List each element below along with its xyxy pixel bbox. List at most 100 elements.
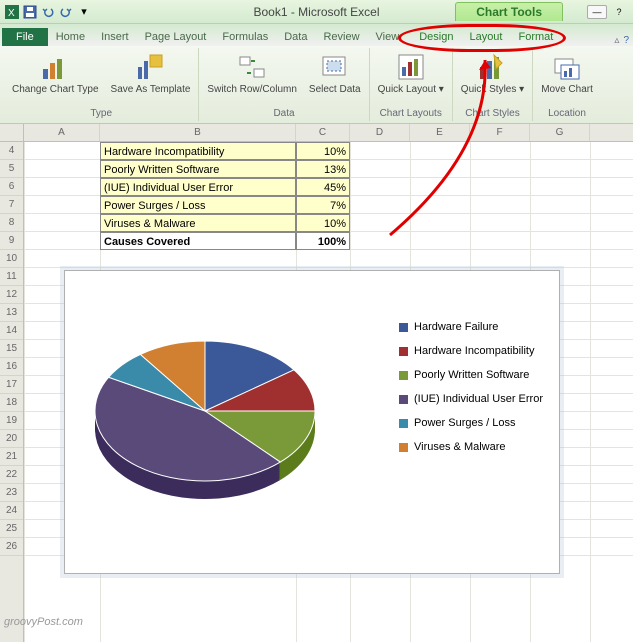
worksheet[interactable]: Hardware Failure Hardware Incompatibility… — [24, 142, 633, 642]
move-chart-icon — [552, 52, 582, 82]
qat-dropdown-icon[interactable]: ▾ — [76, 4, 92, 20]
row-header-26[interactable]: 26 — [0, 538, 23, 556]
tab-data[interactable]: Data — [276, 28, 315, 46]
row-header-9[interactable]: 9 — [0, 232, 23, 250]
cell-B5[interactable]: Poorly Written Software — [100, 160, 296, 178]
cell-B9[interactable]: Causes Covered — [100, 232, 296, 250]
row-header-25[interactable]: 25 — [0, 520, 23, 538]
tab-page-layout[interactable]: Page Layout — [137, 28, 215, 46]
row-headers: 4567891011121314151617181920212223242526 — [0, 142, 24, 642]
col-header-E[interactable]: E — [410, 124, 470, 141]
help-button[interactable]: ? — [609, 5, 629, 19]
row-header-13[interactable]: 13 — [0, 304, 23, 322]
col-header-A[interactable]: A — [24, 124, 100, 141]
tab-format[interactable]: Format — [510, 28, 561, 46]
row-header-20[interactable]: 20 — [0, 430, 23, 448]
cell-C6[interactable]: 45% — [296, 178, 350, 196]
legend-item: Viruses & Malware — [399, 441, 543, 453]
ribbon-tab-bar: File Home Insert Page Layout Formulas Da… — [0, 24, 633, 46]
select-all-corner[interactable] — [0, 124, 24, 142]
row-header-24[interactable]: 24 — [0, 502, 23, 520]
tab-view[interactable]: View — [368, 28, 408, 46]
tab-formulas[interactable]: Formulas — [214, 28, 276, 46]
row-header-17[interactable]: 17 — [0, 376, 23, 394]
legend-swatch — [399, 443, 408, 452]
row-header-8[interactable]: 8 — [0, 214, 23, 232]
row-header-11[interactable]: 11 — [0, 268, 23, 286]
row-header-6[interactable]: 6 — [0, 178, 23, 196]
cell-C8[interactable]: 10% — [296, 214, 350, 232]
cell-C7[interactable]: 7% — [296, 196, 350, 214]
move-chart-button[interactable]: Move Chart — [539, 50, 595, 97]
row-header-19[interactable]: 19 — [0, 412, 23, 430]
row-header-21[interactable]: 21 — [0, 448, 23, 466]
col-header-D[interactable]: D — [350, 124, 410, 141]
cell-C9[interactable]: 100% — [296, 232, 350, 250]
cell-B7[interactable]: Power Surges / Loss — [100, 196, 296, 214]
row-header-4[interactable]: 4 — [0, 142, 23, 160]
save-icon[interactable] — [22, 4, 38, 20]
legend-label: Power Surges / Loss — [414, 417, 516, 429]
quick-layout-icon — [396, 52, 426, 82]
ribbon-minimize-icon[interactable]: ▵ — [614, 35, 619, 46]
row-header-14[interactable]: 14 — [0, 322, 23, 340]
ribbon-group-location: Move Chart Location — [533, 48, 601, 121]
legend-swatch — [399, 419, 408, 428]
legend-item: Hardware Incompatibility — [399, 345, 543, 357]
row-header-15[interactable]: 15 — [0, 340, 23, 358]
quick-styles-icon — [477, 52, 507, 82]
col-header-G[interactable]: G — [530, 124, 590, 141]
cell-B4[interactable]: Hardware Incompatibility — [100, 142, 296, 160]
legend-label: Poorly Written Software — [414, 369, 529, 381]
ribbon-group-chart-layouts: Quick Layout ▾ Chart Layouts — [370, 48, 453, 121]
svg-text:X: X — [8, 8, 15, 19]
row-header-10[interactable]: 10 — [0, 250, 23, 268]
excel-app-icon[interactable]: X — [4, 4, 20, 20]
legend-swatch — [399, 395, 408, 404]
title-bar: X ▾ Book1 - Microsoft Excel Chart Tools … — [0, 0, 633, 24]
cell-C4[interactable]: 10% — [296, 142, 350, 160]
ribbon-group-type: Change Chart Type Save As Template Type — [4, 48, 199, 121]
legend-swatch — [399, 347, 408, 356]
chart-legend: Hardware Failure Hardware Incompatibility… — [399, 321, 543, 465]
row-header-5[interactable]: 5 — [0, 160, 23, 178]
col-header-F[interactable]: F — [470, 124, 530, 141]
ribbon-help-icon[interactable]: ? — [623, 35, 629, 46]
ribbon-group-chart-styles: Quick Styles ▾ Chart Styles — [453, 48, 533, 121]
quick-access-toolbar: X ▾ — [4, 4, 92, 20]
embedded-chart[interactable]: Hardware Failure Hardware Incompatibility… — [64, 270, 560, 574]
row-header-18[interactable]: 18 — [0, 394, 23, 412]
chevron-down-icon: ▾ — [519, 84, 524, 95]
minimize-button[interactable]: — — [587, 5, 607, 19]
tab-review[interactable]: Review — [315, 28, 367, 46]
cell-B8[interactable]: Viruses & Malware — [100, 214, 296, 232]
tab-insert[interactable]: Insert — [93, 28, 137, 46]
redo-icon[interactable] — [58, 4, 74, 20]
quick-layout-button[interactable]: Quick Layout ▾ — [376, 50, 446, 97]
switch-row-column-button[interactable]: Switch Row/Column — [205, 50, 298, 97]
column-headers: A B C D E F G — [24, 124, 633, 142]
tab-layout[interactable]: Layout — [461, 28, 510, 46]
legend-item: Hardware Failure — [399, 321, 543, 333]
row-header-7[interactable]: 7 — [0, 196, 23, 214]
undo-icon[interactable] — [40, 4, 56, 20]
tab-home[interactable]: Home — [48, 28, 93, 46]
row-header-23[interactable]: 23 — [0, 484, 23, 502]
cell-B6[interactable]: (IUE) Individual User Error — [100, 178, 296, 196]
save-as-template-button[interactable]: Save As Template — [109, 50, 193, 97]
legend-item: (IUE) Individual User Error — [399, 393, 543, 405]
col-header-B[interactable]: B — [100, 124, 296, 141]
quick-styles-button[interactable]: Quick Styles ▾ — [459, 50, 526, 97]
row-header-16[interactable]: 16 — [0, 358, 23, 376]
select-data-button[interactable]: Select Data — [307, 50, 363, 97]
cell-C5[interactable]: 13% — [296, 160, 350, 178]
change-chart-type-button[interactable]: Change Chart Type — [10, 50, 101, 97]
col-header-C[interactable]: C — [296, 124, 350, 141]
legend-swatch — [399, 371, 408, 380]
legend-label: (IUE) Individual User Error — [414, 393, 543, 405]
tab-file[interactable]: File — [2, 28, 48, 46]
tab-design[interactable]: Design — [411, 28, 461, 46]
row-header-22[interactable]: 22 — [0, 466, 23, 484]
row-header-12[interactable]: 12 — [0, 286, 23, 304]
switch-row-column-icon — [237, 52, 267, 82]
